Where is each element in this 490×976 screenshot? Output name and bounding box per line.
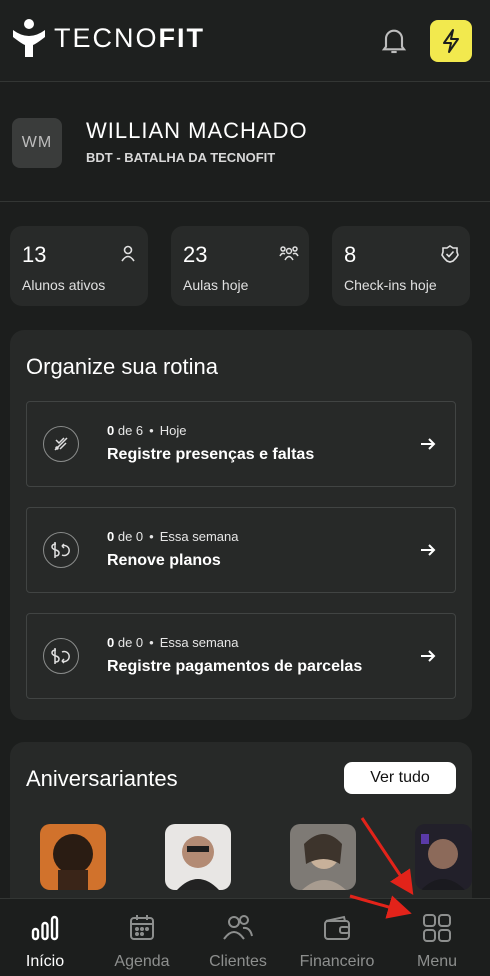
annotation-arrows [349, 817, 414, 919]
annotation-arrow [360, 817, 414, 895]
annotation-arrow [349, 894, 412, 919]
